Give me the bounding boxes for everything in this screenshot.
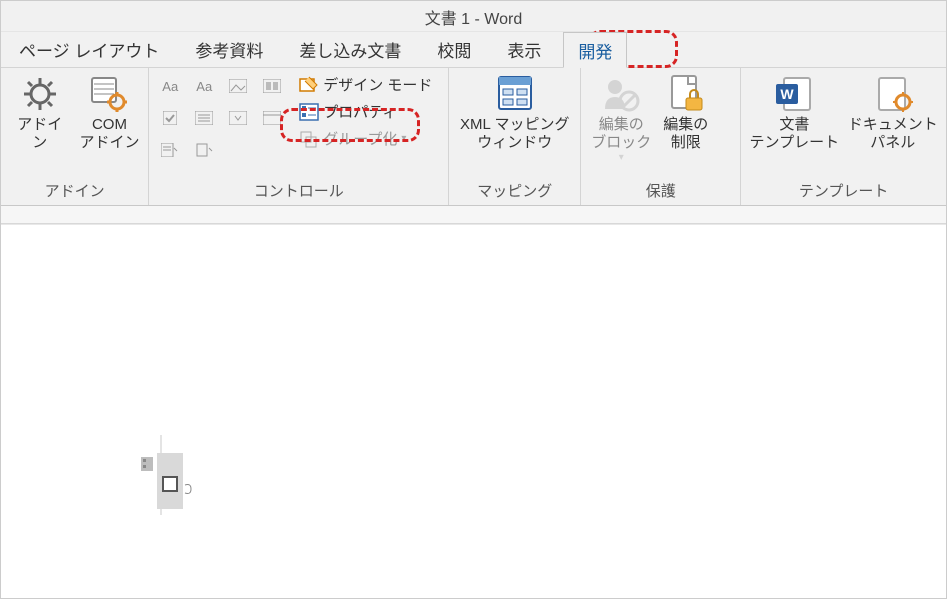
- group-mapping-label: マッピング: [455, 178, 574, 203]
- restrict-editing-button[interactable]: 編集の 制限: [659, 72, 712, 154]
- xml-mapping-button[interactable]: XML マッピング ウィンドウ: [456, 72, 573, 154]
- group-protect: 編集の ブロック ▾ 編集の 制限 保護: [581, 68, 741, 205]
- legacy-form-icon[interactable]: [155, 136, 185, 164]
- chevron-down-icon: ▾: [619, 152, 624, 163]
- group-icon: [299, 129, 319, 149]
- group-button[interactable]: グループ化 ▾: [295, 126, 436, 151]
- addins-button[interactable]: アドイン: [7, 72, 73, 154]
- group-template: W 文書 テンプレート ドキュメント パネル テンプレート: [741, 68, 946, 205]
- ribbon: アドイン COM アドイン アドイン Aa Aa: [1, 68, 946, 206]
- gear-orange-icon: [89, 74, 129, 114]
- addins-label: アドイン: [11, 116, 69, 152]
- design-mode-label: デザイン モード: [323, 74, 432, 95]
- block-authors-icon: [601, 74, 641, 114]
- content-control-placeholder[interactable]: [131, 435, 221, 515]
- picture-control-icon[interactable]: [223, 72, 253, 100]
- document-area[interactable]: [1, 224, 946, 594]
- group-protect-label: 保護: [587, 178, 734, 203]
- tab-mailings[interactable]: 差し込み文書: [285, 32, 415, 67]
- group-addins-label: アドイン: [7, 178, 142, 203]
- design-mode-button[interactable]: デザイン モード: [295, 72, 436, 97]
- group-mapping: XML マッピング ウィンドウ マッピング: [449, 68, 581, 205]
- com-addins-label: COM アドイン: [79, 116, 139, 152]
- legacy-tools-icon[interactable]: [189, 136, 219, 164]
- document-panel-icon: [873, 74, 913, 114]
- tab-review[interactable]: 校閲: [423, 32, 485, 67]
- properties-button[interactable]: プロパティ: [295, 99, 436, 124]
- building-block-control-icon[interactable]: [257, 72, 287, 100]
- title-bar: 文書 1 - Word: [1, 1, 946, 32]
- document-template-button[interactable]: W 文書 テンプレート: [747, 72, 841, 154]
- group-controls: Aa Aa デザイン モード プロパテ: [149, 68, 449, 205]
- tab-page-layout[interactable]: ページ レイアウト: [5, 32, 173, 67]
- word-doc-icon: W: [774, 74, 814, 114]
- tab-view[interactable]: 表示: [493, 32, 555, 67]
- combo-control-icon[interactable]: [189, 104, 219, 132]
- document-panel-label: ドキュメント パネル: [848, 116, 938, 152]
- restrict-editing-label: 編集の 制限: [663, 116, 708, 152]
- date-control-icon[interactable]: [257, 104, 287, 132]
- block-editing-button[interactable]: 編集の ブロック ▾: [587, 72, 655, 165]
- properties-icon: [299, 102, 319, 122]
- dropdown-control-icon[interactable]: [223, 104, 253, 132]
- xml-mapping-label: XML マッピング ウィンドウ: [460, 116, 569, 152]
- xml-mapping-icon: [495, 74, 535, 114]
- controls-gallery: Aa Aa: [155, 72, 287, 164]
- block-editing-label: 編集の ブロック: [591, 116, 651, 152]
- group-controls-label: コントロール: [155, 178, 442, 203]
- gear-icon: [20, 74, 60, 114]
- group-template-label: テンプレート: [747, 178, 940, 203]
- svg-text:W: W: [781, 86, 795, 102]
- group-label-text: グループ化: [323, 128, 397, 149]
- chevron-down-icon: ▾: [401, 133, 406, 144]
- rich-text-control-icon[interactable]: Aa: [155, 72, 185, 100]
- tab-developer[interactable]: 開発: [563, 32, 627, 68]
- ruler: [1, 206, 946, 224]
- group-addins: アドイン COM アドイン アドイン: [1, 68, 149, 205]
- design-mode-icon: [299, 75, 319, 95]
- com-addins-button[interactable]: COM アドイン: [77, 72, 143, 154]
- tab-references[interactable]: 参考資料: [181, 32, 277, 67]
- document-panel-button[interactable]: ドキュメント パネル: [845, 72, 940, 154]
- plain-text-control-icon[interactable]: Aa: [189, 72, 219, 100]
- properties-label: プロパティ: [323, 101, 397, 122]
- checkbox-control-icon[interactable]: [155, 104, 185, 132]
- document-template-label: 文書 テンプレート: [750, 116, 840, 152]
- restrict-editing-icon: [666, 74, 706, 114]
- ribbon-tabs: ページ レイアウト 参考資料 差し込み文書 校閲 表示 開発: [1, 32, 946, 68]
